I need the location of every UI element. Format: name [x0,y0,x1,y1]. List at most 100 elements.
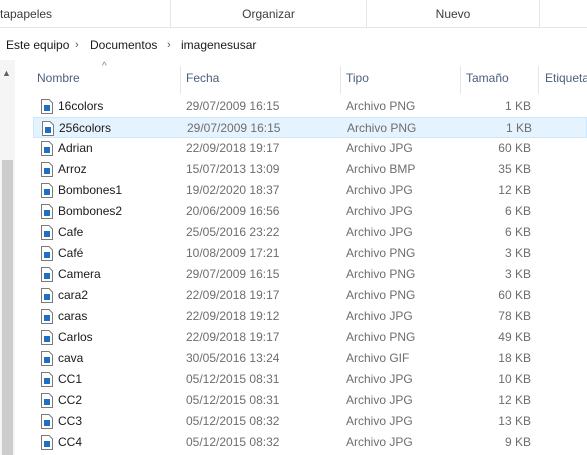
file-size: 35 KB [498,162,531,176]
image-file-icon [41,288,53,303]
file-type: Archivo JPG [346,435,413,449]
image-file-icon [41,393,53,408]
file-date: 30/05/2016 13:24 [186,351,280,365]
image-file-icon [41,99,53,114]
image-file-icon [41,309,53,324]
image-file-icon [41,225,53,240]
file-type: Archivo BMP [346,162,416,176]
scrollbar-thumb[interactable] [2,160,13,455]
file-type: Archivo JPG [346,183,413,197]
file-size: 60 KB [498,288,531,302]
file-row[interactable]: CC4 05/12/2015 08:32 Archivo JPG 9 KB [33,432,587,453]
chevron-right-icon[interactable]: › [167,31,171,59]
file-type: Archivo PNG [346,99,416,113]
file-size: 49 KB [498,330,531,344]
chevron-right-icon[interactable]: › [75,31,79,59]
file-row[interactable]: Adrian 22/09/2018 19:17 Archivo JPG 60 KB [33,138,587,159]
file-row[interactable]: CC1 05/12/2015 08:31 Archivo JPG 10 KB [33,369,587,390]
column-header-type[interactable]: Tipo [346,60,369,96]
file-type: Archivo JPG [346,309,413,323]
file-date: 29/07/2009 16:15 [186,267,280,281]
column-divider[interactable] [538,66,539,94]
file-row[interactable]: cara2 22/09/2018 19:17 Archivo PNG 60 KB [33,285,587,306]
file-name: Adrian [58,141,93,155]
file-name: Carlos [58,330,93,344]
image-file-icon [41,183,53,198]
file-date: 29/07/2009 16:15 [186,99,280,113]
file-date: 15/07/2013 13:09 [186,162,280,176]
file-type: Archivo JPG [346,393,413,407]
file-row[interactable]: Arroz 15/07/2013 13:09 Archivo BMP 35 KB [33,159,587,180]
image-file-icon [41,162,53,177]
file-date: 20/06/2009 16:56 [186,204,280,218]
breadcrumb-documents[interactable]: Documentos [90,31,157,59]
file-name: CC4 [58,435,83,449]
file-row[interactable]: 16colors 29/07/2009 16:15 Archivo PNG 1 KB [33,96,587,117]
column-header-name[interactable]: Nombre [37,60,80,96]
ribbon-group-labels: tapapeles Organizar Nuevo [0,0,587,28]
file-type: Archivo PNG [346,267,416,281]
image-file-icon [41,351,53,366]
file-type: Archivo JPG [346,204,413,218]
ribbon-group-clipboard: tapapeles [0,7,53,21]
column-divider[interactable] [460,66,461,94]
ribbon-group-organize: Organizar [242,7,295,21]
file-name: 256colors [59,121,112,135]
column-divider[interactable] [180,66,181,94]
file-row[interactable]: CC3 05/12/2015 08:32 Archivo JPG 13 KB [33,411,587,432]
file-size: 13 KB [498,414,531,428]
file-name: Bombones1 [58,183,123,197]
file-row[interactable]: caras 22/09/2018 19:12 Archivo JPG 78 KB [33,306,587,327]
file-date: 22/09/2018 19:17 [186,288,280,302]
file-row[interactable]: cava 30/05/2016 13:24 Archivo GIF 18 KB [33,348,587,369]
ribbon-divider [539,0,540,28]
file-name: 16colors [58,99,104,113]
column-header-size[interactable]: Tamaño [466,60,509,96]
file-size: 18 KB [498,351,531,365]
image-file-icon [41,246,53,261]
column-header-tags[interactable]: Etiqueta [545,60,587,96]
file-name: Cafe [58,225,84,239]
image-file-icon [41,267,53,282]
file-name: cara2 [58,288,89,302]
file-date: 22/09/2018 19:17 [186,141,280,155]
breadcrumb[interactable]: Este equipo › Documentos › imagenesusar [0,31,587,59]
column-divider[interactable] [340,66,341,94]
file-date: 05/12/2015 08:32 [186,435,280,449]
file-date: 05/12/2015 08:31 [186,393,280,407]
file-name: Bombones2 [58,204,123,218]
file-date: 10/08/2009 17:21 [186,246,280,260]
column-headers: Nombre Fecha Tipo Tamaño Etiqueta [15,60,587,96]
file-type: Archivo PNG [346,330,416,344]
file-date: 05/12/2015 08:32 [186,414,280,428]
breadcrumb-current-folder[interactable]: imagenesusar [181,31,256,59]
image-file-icon [41,141,53,156]
file-size: 60 KB [498,141,531,155]
file-date: 22/09/2018 19:12 [186,309,280,323]
column-header-date[interactable]: Fecha [186,60,219,96]
file-size: 6 KB [504,204,531,218]
ribbon-group-new: Nuevo [435,7,471,21]
file-date: 19/02/2020 18:37 [186,183,280,197]
file-name: Arroz [58,162,87,176]
scroll-up-icon[interactable]: ▲ [2,68,11,78]
file-type: Archivo PNG [346,288,416,302]
file-name: CC1 [58,372,83,386]
file-row[interactable]: Bombones1 19/02/2020 18:37 Archivo JPG 12 K… [33,180,587,201]
file-size: 3 KB [504,267,531,281]
sort-ascending-icon: ^ [102,61,107,72]
navigation-pane[interactable]: ▲ [0,60,15,455]
file-size: 12 KB [498,183,531,197]
file-type: Archivo PNG [346,246,416,260]
file-row[interactable]: Cafe 25/05/2016 23:22 Archivo JPG 6 KB [33,222,587,243]
breadcrumb-this-pc[interactable]: Este equipo [6,31,69,59]
file-row[interactable]: 256colors 29/07/2009 16:15 Archivo PNG 1 KB [33,117,587,138]
file-row[interactable]: Café 10/08/2009 17:21 Archivo PNG 3 KB [33,243,587,264]
file-type: Archivo JPG [346,414,413,428]
file-row[interactable]: Bombones2 20/06/2009 16:56 Archivo JPG 6 KB [33,201,587,222]
file-row[interactable]: Camera 29/07/2009 16:15 Archivo PNG 3 KB [33,264,587,285]
file-name: caras [58,309,88,323]
file-row[interactable]: CC2 05/12/2015 08:31 Archivo JPG 12 KB [33,390,587,411]
file-type: Archivo GIF [346,351,410,365]
file-row[interactable]: Carlos 22/09/2018 19:17 Archivo PNG 49 KB [33,327,587,348]
